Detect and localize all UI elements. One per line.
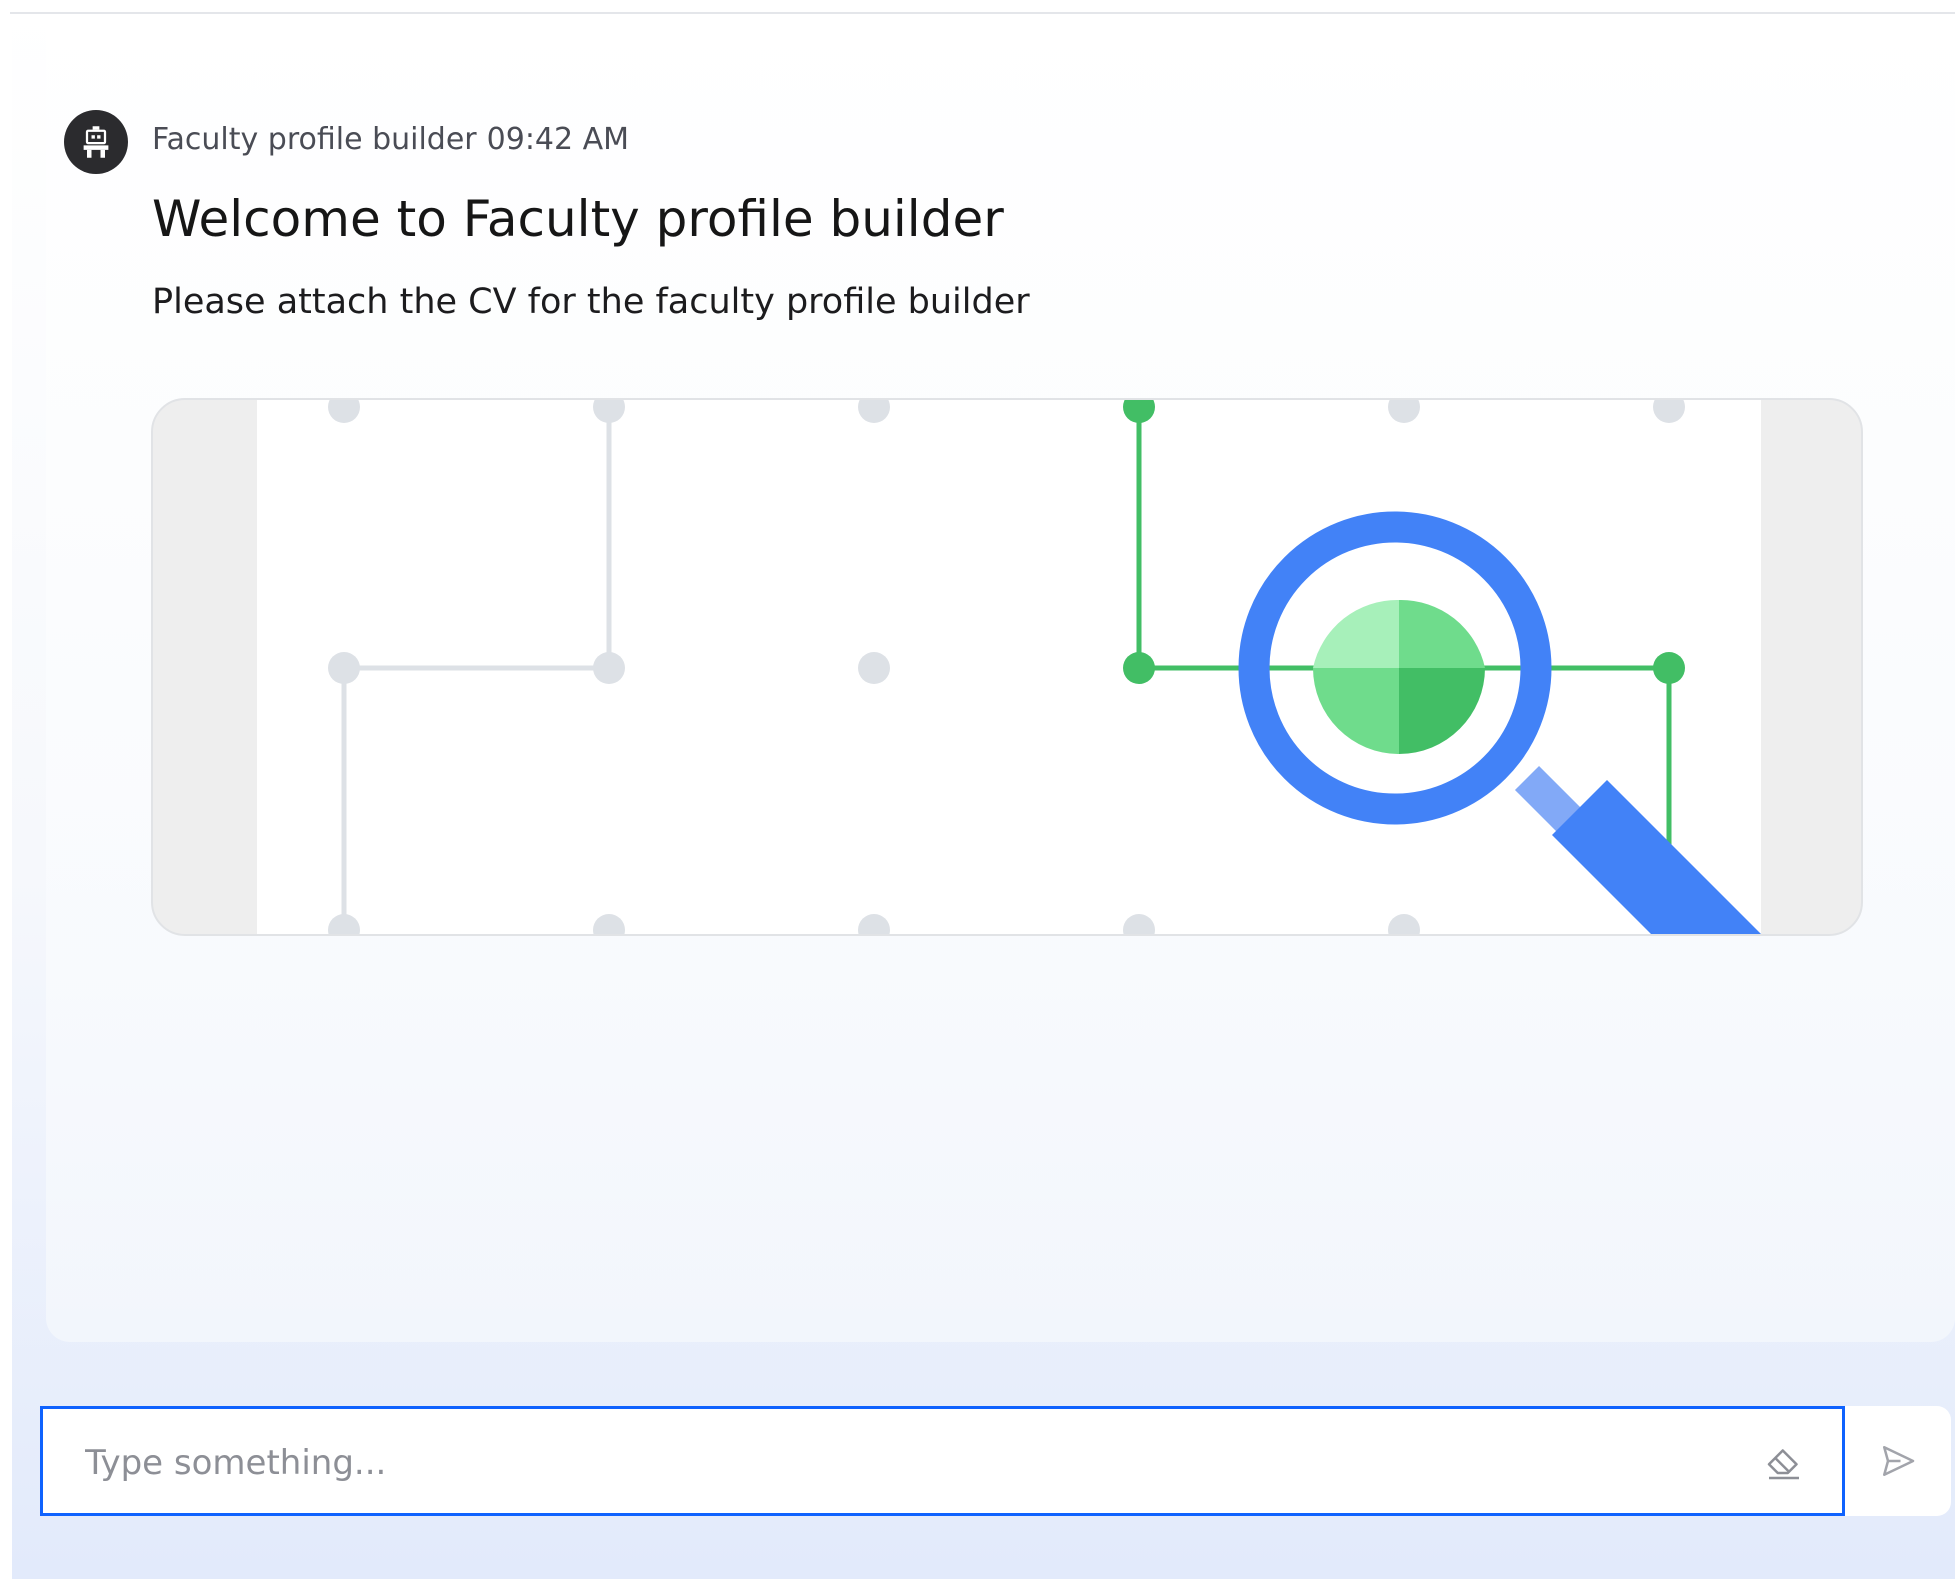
- sender-name: Faculty profile builder: [152, 122, 477, 157]
- message-input[interactable]: [83, 1433, 1727, 1493]
- magnifier-network-illustration: [257, 400, 1761, 934]
- illustration-card: [151, 398, 1863, 936]
- welcome-title: Welcome to Faculty profile builder: [152, 190, 1004, 248]
- welcome-text: Please attach the CV for the faculty pro…: [152, 282, 1030, 322]
- send-button[interactable]: [1845, 1406, 1951, 1516]
- eraser-icon: [1767, 1449, 1799, 1480]
- clear-input-button[interactable]: [1760, 1439, 1808, 1487]
- chat-input-container: [40, 1406, 1845, 1516]
- top-border: [10, 0, 1955, 14]
- chat-input-row: [40, 1406, 1951, 1516]
- message-meta: Faculty profile builder 09:42 AM: [152, 122, 639, 157]
- send-icon: [1883, 1446, 1915, 1476]
- bot-avatar: [64, 110, 128, 174]
- robot-icon: [83, 126, 109, 158]
- message-time: 09:42 AM: [486, 122, 630, 157]
- left-edge: [0, 0, 12, 1579]
